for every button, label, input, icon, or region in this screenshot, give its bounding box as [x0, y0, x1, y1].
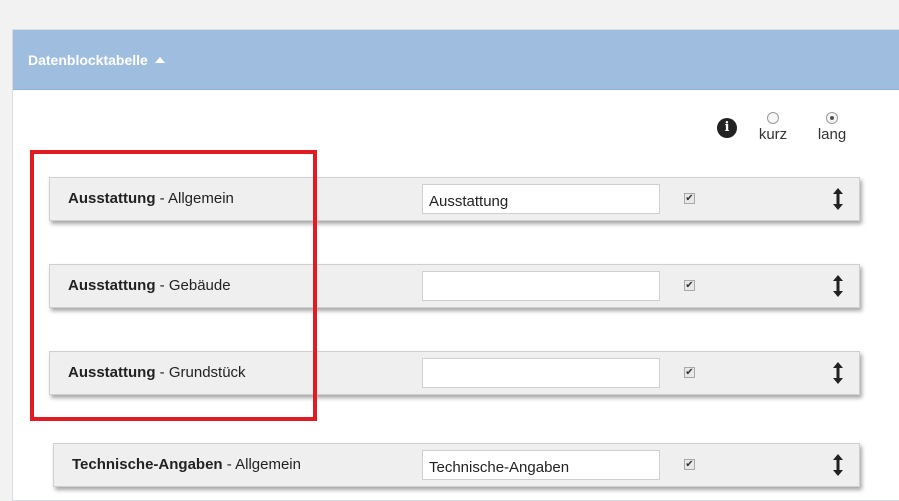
drag-handle-icon[interactable] [830, 360, 846, 386]
row-short-name-input[interactable] [422, 358, 660, 388]
row-label-separator: - [155, 277, 169, 294]
radio-kurz[interactable]: kurz [753, 112, 793, 143]
row-label: Ausstattung - Grundstück [68, 364, 246, 381]
datablock-row[interactable]: Ausstattung - Allgemein ✔ [49, 177, 860, 221]
panel-title-toggle[interactable]: Datenblocktabelle [28, 52, 165, 68]
drag-handle-icon[interactable] [830, 273, 846, 299]
datablock-row[interactable]: Ausstattung - Grundstück ✔ [49, 351, 860, 395]
radio-kurz-circle[interactable] [767, 112, 779, 124]
info-icon[interactable]: i [717, 118, 737, 138]
row-label-bold: Ausstattung [68, 364, 156, 381]
datablock-row[interactable]: Ausstattung - Gebäude ✔ [49, 264, 860, 308]
row-label-suffix: Allgemein [168, 190, 234, 207]
row-label-separator: - [155, 364, 169, 381]
radio-kurz-label: kurz [758, 126, 788, 143]
radio-lang-circle[interactable] [826, 112, 838, 124]
drag-handle-icon[interactable] [830, 452, 846, 478]
row-checkbox[interactable]: ✔ [684, 459, 695, 470]
row-checkbox[interactable]: ✔ [684, 193, 695, 204]
row-label-bold: Technische-Angaben [72, 456, 223, 473]
row-label-separator: - [155, 190, 169, 207]
row-checkbox[interactable]: ✔ [684, 280, 695, 291]
panel-title-text: Datenblocktabelle [28, 52, 148, 68]
row-label-suffix: Allgemein [235, 456, 301, 473]
row-label-bold: Ausstattung [68, 190, 156, 207]
row-checkbox[interactable]: ✔ [684, 367, 695, 378]
row-label: Ausstattung - Gebäude [68, 277, 231, 294]
row-label-bold: Ausstattung [68, 277, 156, 294]
row-short-name-input[interactable] [422, 184, 660, 214]
datablock-row[interactable]: Technische-Angaben - Allgemein ✔ [53, 443, 860, 487]
drag-handle-icon[interactable] [830, 186, 846, 212]
row-label-suffix: Grundstück [168, 364, 246, 381]
caret-up-icon [154, 57, 165, 63]
row-short-name-input[interactable] [422, 271, 660, 301]
row-label-suffix: Gebäude [168, 277, 231, 294]
radio-lang[interactable]: lang [812, 112, 852, 143]
panel-header: Datenblocktabelle [13, 30, 899, 90]
row-label-separator: - [222, 456, 236, 473]
row-label: Ausstattung - Allgemein [68, 190, 234, 207]
radio-lang-label: lang [817, 126, 847, 143]
row-short-name-input[interactable] [422, 450, 660, 480]
row-label: Technische-Angaben - Allgemein [72, 456, 301, 473]
